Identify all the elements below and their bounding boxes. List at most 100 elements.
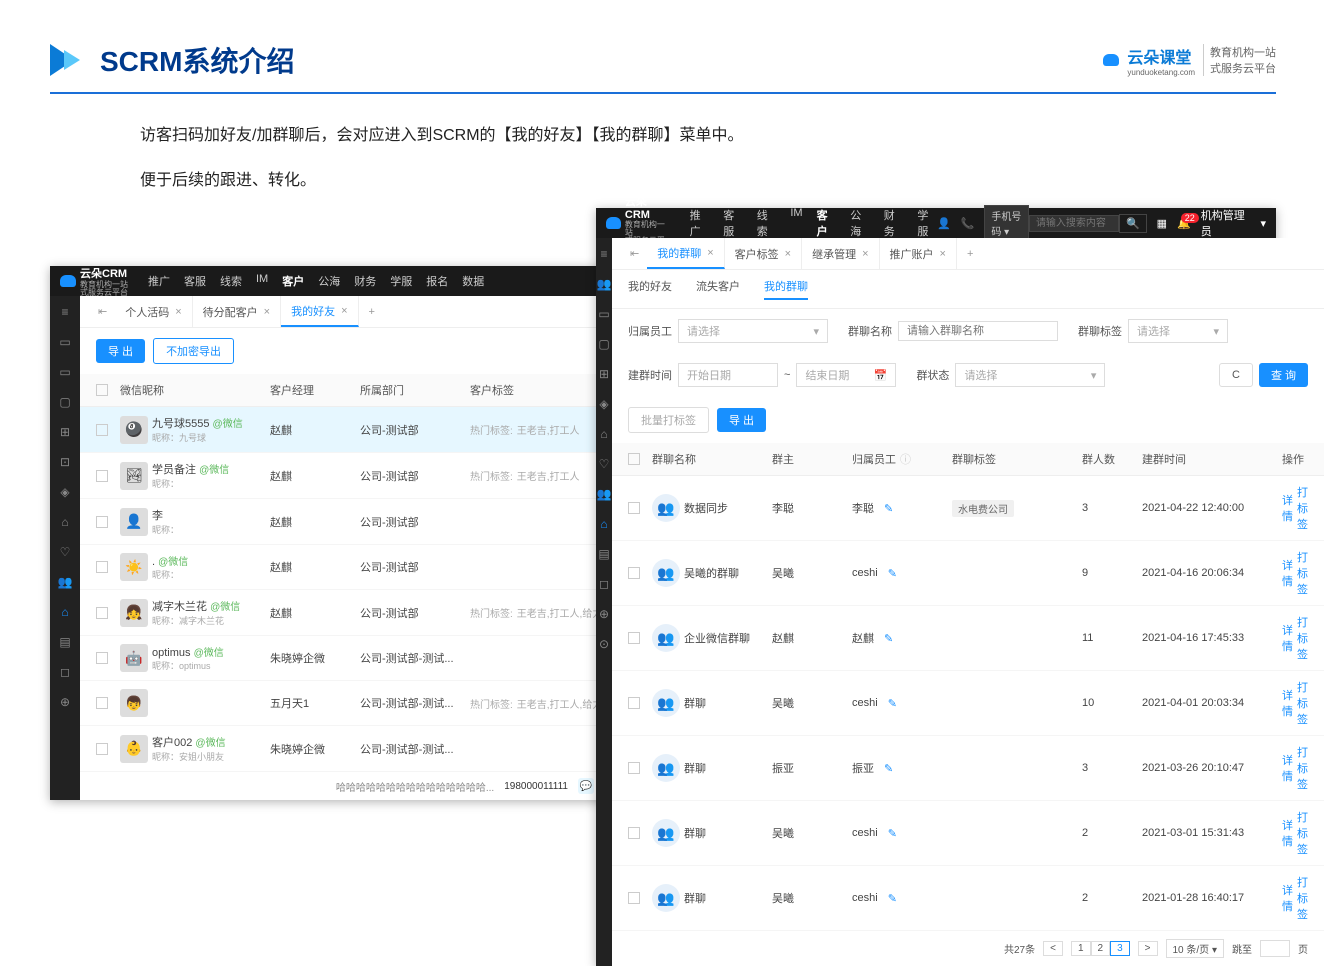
nav-线索[interactable]: 线索 <box>757 207 777 239</box>
collapse-icon[interactable]: ⇤ <box>90 305 115 318</box>
row-checkbox[interactable] <box>628 697 640 709</box>
table-row[interactable]: 👥群聊振亚振亚✎32021-03-26 20:10:47详情 打标签 <box>612 736 1324 801</box>
r-side-5[interactable]: ◈ <box>596 396 612 412</box>
table-row[interactable]: 👥数据同步李聪李聪✎水电费公司32021-04-22 12:40:00详情 打标… <box>612 476 1324 541</box>
detail-link[interactable]: 详情 <box>1282 622 1293 654</box>
tag-link[interactable]: 打标签 <box>1297 679 1308 727</box>
r-side-active[interactable]: ⌂ <box>596 516 612 532</box>
menu-icon[interactable]: ≡ <box>57 304 73 320</box>
tab-我的好友[interactable]: 我的好友× <box>281 296 358 327</box>
search-type-select[interactable]: 手机号码 ▾ <box>984 205 1029 241</box>
r-side-4[interactable]: ⊞ <box>596 366 612 382</box>
edit-icon[interactable]: ✎ <box>884 762 893 775</box>
detail-link[interactable]: 详情 <box>1282 687 1293 719</box>
page-3[interactable]: 3 <box>1110 941 1130 956</box>
export-button[interactable]: 导 出 <box>717 408 766 432</box>
nav-学服[interactable]: 学服 <box>390 273 412 289</box>
table-row[interactable]: 🏞学员备注 @微信昵称：赵麒公司-测试部热门标签: 王老吉,打工人 <box>80 453 650 499</box>
chevron-down-icon[interactable]: ▾ <box>1260 217 1266 230</box>
search-icon[interactable]: 🔍 <box>1119 214 1147 233</box>
table-row[interactable]: 👥群聊吴曦ceshi✎102021-04-01 20:03:34详情 打标签 <box>612 671 1324 736</box>
table-row[interactable]: 👦 五月天1公司-测试部-测试...热门标签: 王老吉,打工人,给力,康... <box>80 681 650 726</box>
subtab-流失客户[interactable]: 流失客户 <box>696 278 740 300</box>
edit-icon[interactable]: ✎ <box>888 827 897 840</box>
status-select[interactable]: 请选择▾ <box>955 363 1105 387</box>
nav-客服[interactable]: 客服 <box>184 273 206 289</box>
detail-link[interactable]: 详情 <box>1282 882 1293 914</box>
row-checkbox[interactable] <box>96 516 108 528</box>
table-row[interactable]: 👤李 昵称：赵麒公司-测试部 <box>80 499 650 545</box>
emp-select[interactable]: 请选择▾ <box>678 319 828 343</box>
start-date[interactable]: 开始日期 <box>678 363 778 387</box>
checkbox-all[interactable] <box>96 384 108 396</box>
checkbox-all[interactable] <box>628 453 640 465</box>
row-checkbox[interactable] <box>628 892 640 904</box>
role-label[interactable]: 机构管理员 <box>1201 207 1251 239</box>
row-checkbox[interactable] <box>96 607 108 619</box>
edit-icon[interactable]: ✎ <box>888 567 897 580</box>
edit-icon[interactable]: ✎ <box>888 892 897 905</box>
edit-icon[interactable]: ✎ <box>884 632 893 645</box>
side-icon-7[interactable]: ⌂ <box>57 514 73 530</box>
side-icon-10[interactable]: ▤ <box>57 634 73 650</box>
page-2[interactable]: 2 <box>1091 941 1111 956</box>
search-button[interactable]: 查 询 <box>1259 363 1308 387</box>
tab-add[interactable]: + <box>957 248 983 260</box>
table-row[interactable]: ☀️. @微信昵称：赵麒公司-测试部 <box>80 545 650 590</box>
tab-add[interactable]: + <box>359 306 385 318</box>
side-icon-active[interactable]: ⌂ <box>57 604 73 620</box>
r-side-1[interactable]: 👥 <box>596 276 612 292</box>
search-input[interactable] <box>1029 215 1119 232</box>
close-icon[interactable]: × <box>785 248 791 260</box>
nav-客户[interactable]: 客户 <box>282 273 304 289</box>
row-checkbox[interactable] <box>628 762 640 774</box>
row-checkbox[interactable] <box>96 652 108 664</box>
row-checkbox[interactable] <box>628 827 640 839</box>
r-side-7[interactable]: ♡ <box>596 456 612 472</box>
noenc-export-button[interactable]: 不加密导出 <box>153 338 234 364</box>
tab-待分配客户[interactable]: 待分配客户× <box>193 296 281 327</box>
tag-link[interactable]: 打标签 <box>1297 614 1308 662</box>
nav-客服[interactable]: 客服 <box>723 207 743 239</box>
close-icon[interactable]: × <box>175 306 181 318</box>
phone-icon[interactable]: 📞 <box>961 217 975 230</box>
r-side-12[interactable]: ⊙ <box>596 636 612 652</box>
row-checkbox[interactable] <box>628 632 640 644</box>
subtab-我的群聊[interactable]: 我的群聊 <box>764 278 808 300</box>
end-date[interactable]: 结束日期📅 <box>796 363 896 387</box>
detail-link[interactable]: 详情 <box>1282 752 1293 784</box>
tag-select[interactable]: 请选择▾ <box>1128 319 1228 343</box>
row-checkbox[interactable] <box>96 697 108 709</box>
side-icon-12[interactable]: ⊕ <box>57 694 73 710</box>
nav-推广[interactable]: 推广 <box>690 207 710 239</box>
edit-icon[interactable]: ✎ <box>888 697 897 710</box>
tag-link[interactable]: 打标签 <box>1297 744 1308 792</box>
tab-客户标签[interactable]: 客户标签× <box>725 238 802 269</box>
detail-link[interactable]: 详情 <box>1282 492 1293 524</box>
close-icon[interactable]: × <box>264 306 270 318</box>
grid-icon[interactable]: ▦ <box>1157 217 1167 230</box>
subtab-我的好友[interactable]: 我的好友 <box>628 278 672 300</box>
r-side-8[interactable]: 👥 <box>596 486 612 502</box>
nav-数据[interactable]: 数据 <box>462 273 484 289</box>
nav-客户[interactable]: 客户 <box>817 207 837 239</box>
prev-page[interactable]: < <box>1043 941 1063 956</box>
r-side-10[interactable]: ◻ <box>596 576 612 592</box>
bell-icon[interactable]: 🔔22 <box>1177 217 1191 230</box>
nav-报名[interactable]: 报名 <box>426 273 448 289</box>
detail-link[interactable]: 详情 <box>1282 557 1293 589</box>
nav-财务[interactable]: 财务 <box>884 207 904 239</box>
tag-link[interactable]: 打标签 <box>1297 809 1308 857</box>
page-1[interactable]: 1 <box>1071 941 1091 956</box>
r-side-2[interactable]: ▭ <box>596 306 612 322</box>
nav-线索[interactable]: 线索 <box>220 273 242 289</box>
nav-公海[interactable]: 公海 <box>850 207 870 239</box>
nav-IM[interactable]: IM <box>256 273 268 289</box>
row-checkbox[interactable] <box>96 424 108 436</box>
tag-link[interactable]: 打标签 <box>1297 484 1308 532</box>
side-icon-2[interactable]: ▭ <box>57 364 73 380</box>
row-checkbox[interactable] <box>96 743 108 755</box>
nav-学服[interactable]: 学服 <box>917 207 937 239</box>
user-icon[interactable]: 👤 <box>937 217 951 230</box>
side-icon-11[interactable]: ◻ <box>57 664 73 680</box>
